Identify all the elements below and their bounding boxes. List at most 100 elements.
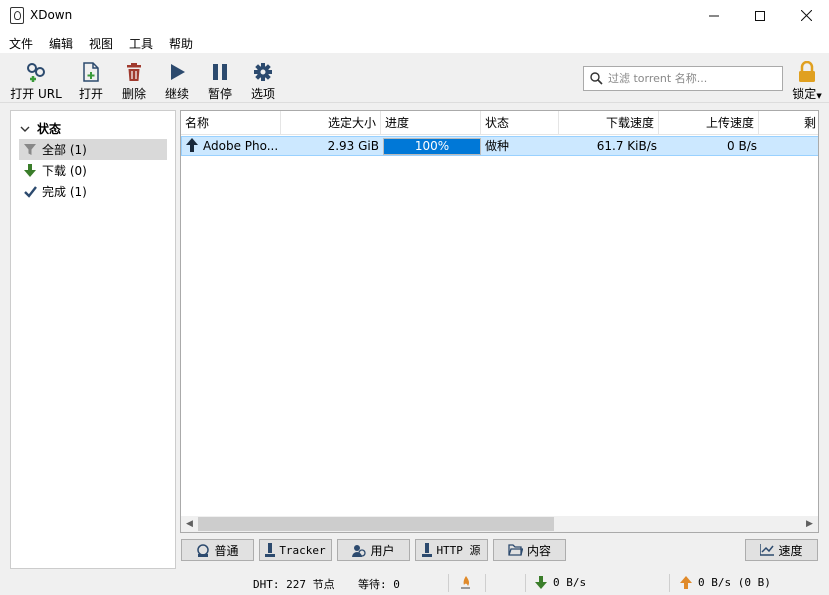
chart-line-icon <box>760 544 775 556</box>
open-url-label: 打开 URL <box>10 87 62 101</box>
lock-button[interactable]: 锁定▼ <box>787 53 827 103</box>
title-bar: XDown <box>0 0 829 31</box>
upload-speed-status[interactable]: 0 B/s (0 B) <box>680 576 771 589</box>
download-speed-status[interactable]: 0 B/s <box>535 576 586 589</box>
maximize-icon <box>755 10 765 21</box>
horizontal-scrollbar[interactable]: ◀ ▶ <box>181 516 818 532</box>
list-header: 名称 选定大小 进度 状态 下载速度 上传速度 剩 <box>181 111 818 135</box>
column-header-upload-speed[interactable]: 上传速度 <box>659 111 759 135</box>
column-header-size[interactable]: 选定大小 <box>281 111 381 135</box>
close-button[interactable] <box>783 0 829 31</box>
lock-label-text: 锁定 <box>792 87 817 101</box>
tracker-icon <box>265 543 276 557</box>
open-label: 打开 <box>78 87 103 101</box>
tab-peers[interactable]: 用户 <box>337 539 410 561</box>
delete-button[interactable]: 删除 <box>117 53 151 103</box>
scroll-left-icon[interactable]: ◀ <box>181 516 198 532</box>
filter-icon <box>22 143 38 156</box>
global-download-speed: 0 B/s <box>553 576 587 589</box>
lock-dropdown-icon: ▼ <box>816 92 822 100</box>
progress-bar: 100% <box>383 138 481 155</box>
torrent-list: 名称 选定大小 进度 状态 下载速度 上传速度 剩 Adobe Pho... 2… <box>180 110 819 533</box>
options-button[interactable]: 选项 <box>246 53 280 103</box>
progress-text: 100% <box>414 139 450 153</box>
arrow-down-icon <box>22 164 38 177</box>
tab-content-label: 内容 <box>526 543 551 558</box>
tab-speed[interactable]: 速度 <box>745 539 818 561</box>
menu-help[interactable]: 帮助 <box>169 35 193 52</box>
torrent-status: 做种 <box>485 139 510 153</box>
status-separator <box>485 574 486 592</box>
tab-general-label: 普通 <box>214 543 239 558</box>
chevron-down-icon <box>20 126 30 132</box>
column-header-remaining[interactable]: 剩 <box>759 111 818 135</box>
minimize-button[interactable] <box>691 0 737 31</box>
lock-label: 锁定▼ <box>792 85 821 102</box>
dht-nodes: DHT: 227 节点 <box>253 578 335 591</box>
sidebar-item-all[interactable]: 全部 (1) <box>19 139 167 160</box>
menu-tools[interactable]: 工具 <box>129 35 153 52</box>
sidebar-item-completed[interactable]: 完成 (1) <box>19 181 167 202</box>
menu-bar: 文件 编辑 视图 工具 帮助 <box>0 31 829 53</box>
tab-speed-label: 速度 <box>778 543 803 558</box>
tab-content[interactable]: 内容 <box>493 539 566 561</box>
status-separator <box>448 574 449 592</box>
sidebar-item-label: 下载 (0) <box>42 164 87 178</box>
sidebar-item-downloading[interactable]: 下载 (0) <box>19 160 167 181</box>
status-bar: DHT: 227 节点 等待: 0 0 B/s 0 B/s (0 B) <box>0 571 829 595</box>
file-open-icon <box>83 62 99 82</box>
torrent-name: Adobe Pho... <box>203 139 279 153</box>
server-icon <box>422 543 433 557</box>
folder-open-icon <box>508 544 523 556</box>
tab-tracker-label: Tracker <box>279 543 326 557</box>
app-icon <box>10 7 24 24</box>
status-sidebar: 状态 全部 (1) 下载 (0) 完成 (1) <box>10 110 176 569</box>
pause-button[interactable]: 暂停 <box>203 53 237 103</box>
maximize-button[interactable] <box>737 0 783 31</box>
search-input[interactable] <box>608 69 778 88</box>
torrent-size: 2.93 GiB <box>327 139 379 153</box>
column-header-name[interactable]: 名称 <box>181 111 281 135</box>
tab-tracker[interactable]: Tracker <box>259 539 332 561</box>
torrent-download-speed: 61.7 KiB/s <box>596 139 657 153</box>
table-row[interactable]: Adobe Pho... 2.93 GiB 100% 做种 61.7 KiB/s… <box>181 136 818 156</box>
column-header-progress[interactable]: 进度 <box>381 111 481 135</box>
scroll-right-icon[interactable]: ▶ <box>801 516 818 532</box>
sidebar-item-label: 全部 (1) <box>42 143 87 157</box>
search-box[interactable] <box>583 66 783 91</box>
pause-label: 暂停 <box>207 87 232 101</box>
options-label: 选项 <box>250 87 275 101</box>
checkmark-icon <box>22 185 38 198</box>
status-separator <box>669 574 670 592</box>
status-header-label: 状态 <box>37 122 62 136</box>
scrollbar-thumb[interactable] <box>198 517 554 531</box>
lock-icon <box>799 61 815 82</box>
gear-icon <box>254 63 272 81</box>
waiting-count: 等待: 0 <box>358 578 400 591</box>
column-header-download-speed[interactable]: 下载速度 <box>559 111 659 135</box>
download-arrow-icon <box>535 576 547 589</box>
minimize-icon <box>709 15 719 16</box>
global-upload-speed: 0 B/s (0 B) <box>698 576 771 589</box>
users-icon <box>352 544 367 557</box>
resume-button[interactable]: 继续 <box>160 53 194 103</box>
open-url-button[interactable]: 打开 URL <box>10 53 62 103</box>
connection-status-icon[interactable] <box>460 575 471 590</box>
info-icon <box>197 543 210 557</box>
column-header-status[interactable]: 状态 <box>481 111 559 135</box>
menu-edit[interactable]: 编辑 <box>49 35 73 52</box>
menu-view[interactable]: 视图 <box>89 35 113 52</box>
search-icon <box>590 72 603 85</box>
tab-peers-label: 用户 <box>370 543 395 558</box>
close-icon <box>800 10 812 21</box>
tab-http-sources[interactable]: HTTP 源 <box>415 539 488 561</box>
torrent-upload-speed: 0 B/s <box>727 139 757 153</box>
seeding-arrow-icon <box>186 138 198 156</box>
tab-general[interactable]: 普通 <box>181 539 254 561</box>
trash-icon <box>127 63 141 81</box>
menu-file[interactable]: 文件 <box>9 35 33 52</box>
open-button[interactable]: 打开 <box>74 53 108 103</box>
link-icon <box>27 63 45 82</box>
status-group-header[interactable]: 状态 <box>19 120 61 137</box>
window-title: XDown <box>30 8 73 22</box>
